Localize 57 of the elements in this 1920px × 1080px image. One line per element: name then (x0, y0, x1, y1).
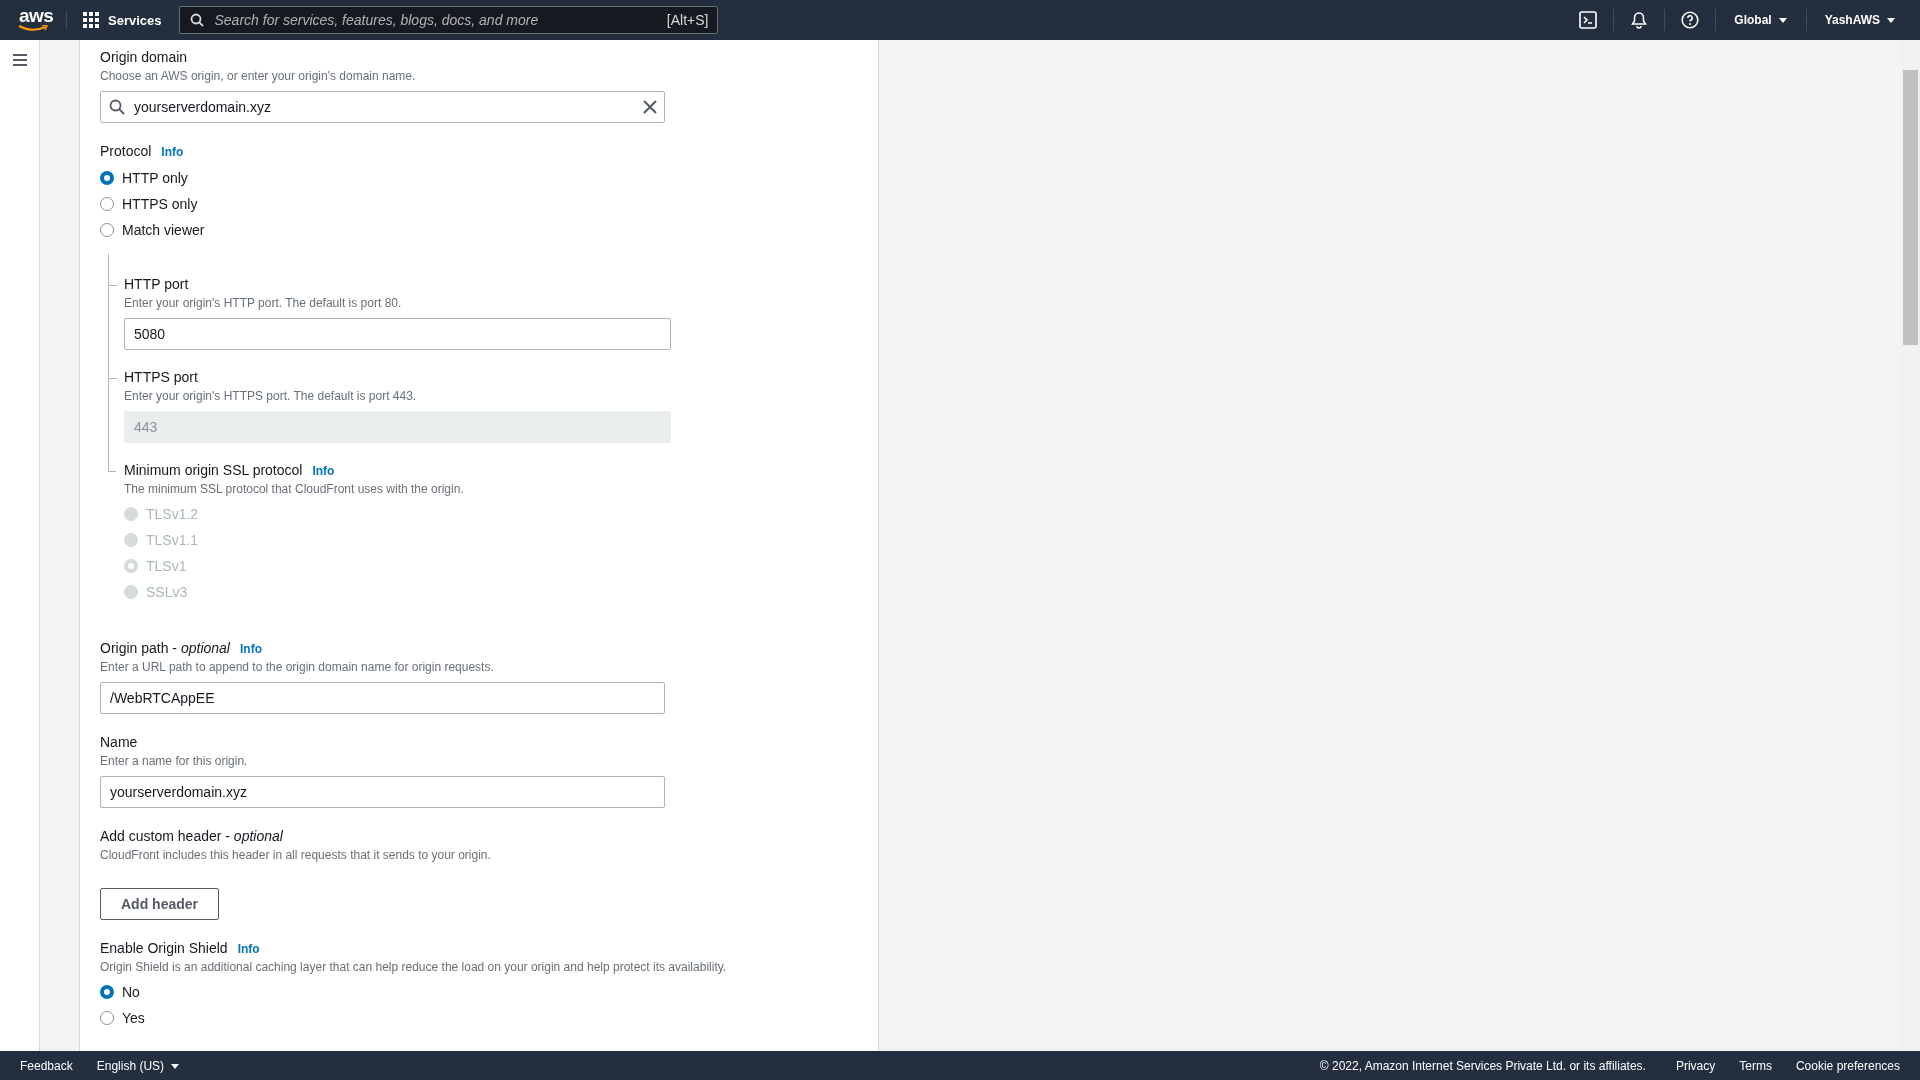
field-description: Choose an AWS origin, or enter your origin's domain name. (100, 69, 417, 84)
radio-button[interactable] (100, 1011, 114, 1025)
radio-option[interactable]: Yes (100, 1010, 878, 1026)
radio-option[interactable]: HTTPS only (100, 196, 878, 212)
field-description: Enter a name for this origin. (100, 754, 249, 769)
info-link[interactable]: Info (312, 464, 335, 478)
search-icon (109, 99, 125, 115)
language-menu[interactable]: English (US) (96, 1058, 181, 1073)
close-icon[interactable] (643, 100, 657, 114)
footer-link[interactable]: Terms (1739, 1058, 1772, 1073)
info-link[interactable]: Info (161, 145, 184, 159)
field-label: Name (100, 734, 138, 750)
input-field[interactable]: yourserverdomain.xyz (100, 776, 665, 808)
search-icon (189, 13, 204, 27)
radio-button[interactable] (100, 171, 114, 185)
field-label: Origin domain (100, 49, 188, 65)
caret-icon (170, 1061, 181, 1070)
field-description: Origin Shield is an additional caching layer that can help reduce the load on your origin and help protect its availability. (100, 960, 728, 975)
terminal-icon[interactable] (1579, 11, 1598, 29)
info-link[interactable]: Info (240, 642, 262, 656)
radio-button[interactable] (100, 985, 114, 999)
feedback-link[interactable]: Feedback (20, 1058, 73, 1073)
info-link[interactable]: Info (237, 942, 260, 956)
help-icon[interactable] (1681, 11, 1700, 29)
input-field[interactable]: 5080 (124, 318, 671, 350)
radio-option[interactable]: No (100, 984, 878, 1000)
account-menu[interactable]: YashAWS (1818, 13, 1902, 27)
radio-button[interactable] (100, 197, 114, 211)
field-label: HTTPS port (124, 369, 198, 385)
grid-icon (83, 12, 99, 28)
field-description: CloudFront includes this header in all requests that it sends to your origin. (100, 848, 492, 863)
field-description: Enter a URL path to append to the origin domain name for origin requests. (100, 660, 495, 675)
field-description: Enter your origin's HTTP port. The default is port 80. (124, 296, 403, 311)
services-button[interactable]: Services (83, 12, 162, 28)
shortcut-hint: [Alt+S] (666, 12, 709, 28)
radio-option[interactable]: HTTP only (100, 170, 878, 186)
footer-link[interactable]: Privacy (1675, 1058, 1716, 1073)
field-description: The minimum SSL protocol that CloudFront uses with the origin. (124, 482, 465, 497)
field-description: Enter your origin's HTTPS port. The default is port 443. (124, 389, 418, 404)
field-label: Add custom header - optional (100, 828, 283, 844)
input-field[interactable]: /WebRTCAppEE (100, 682, 665, 714)
field-label: Origin path - optional (100, 640, 230, 656)
caret-icon (1777, 16, 1788, 24)
field-label: Minimum origin SSL protocol (124, 462, 303, 478)
radio-button[interactable] (100, 223, 114, 237)
field-label: Protocol (100, 143, 152, 159)
copyright-text: © 2022, Amazon Internet Services Private Ltd. or its affiliates. (1319, 1058, 1646, 1073)
footer-link[interactable]: Cookie preferences (1795, 1058, 1900, 1073)
search-field[interactable]: yourserverdomain.xyz (100, 91, 665, 123)
menu-icon[interactable] (11, 53, 28, 67)
add-header-button[interactable]: Add header (100, 888, 219, 920)
caret-icon (1886, 16, 1896, 24)
field-label: Enable Origin Shield (100, 940, 228, 956)
notification-icon[interactable] (1630, 11, 1649, 29)
field-label: HTTP port (124, 276, 189, 292)
region-menu[interactable]: Global (1728, 13, 1794, 27)
radio-option[interactable]: Match viewer (100, 222, 878, 238)
